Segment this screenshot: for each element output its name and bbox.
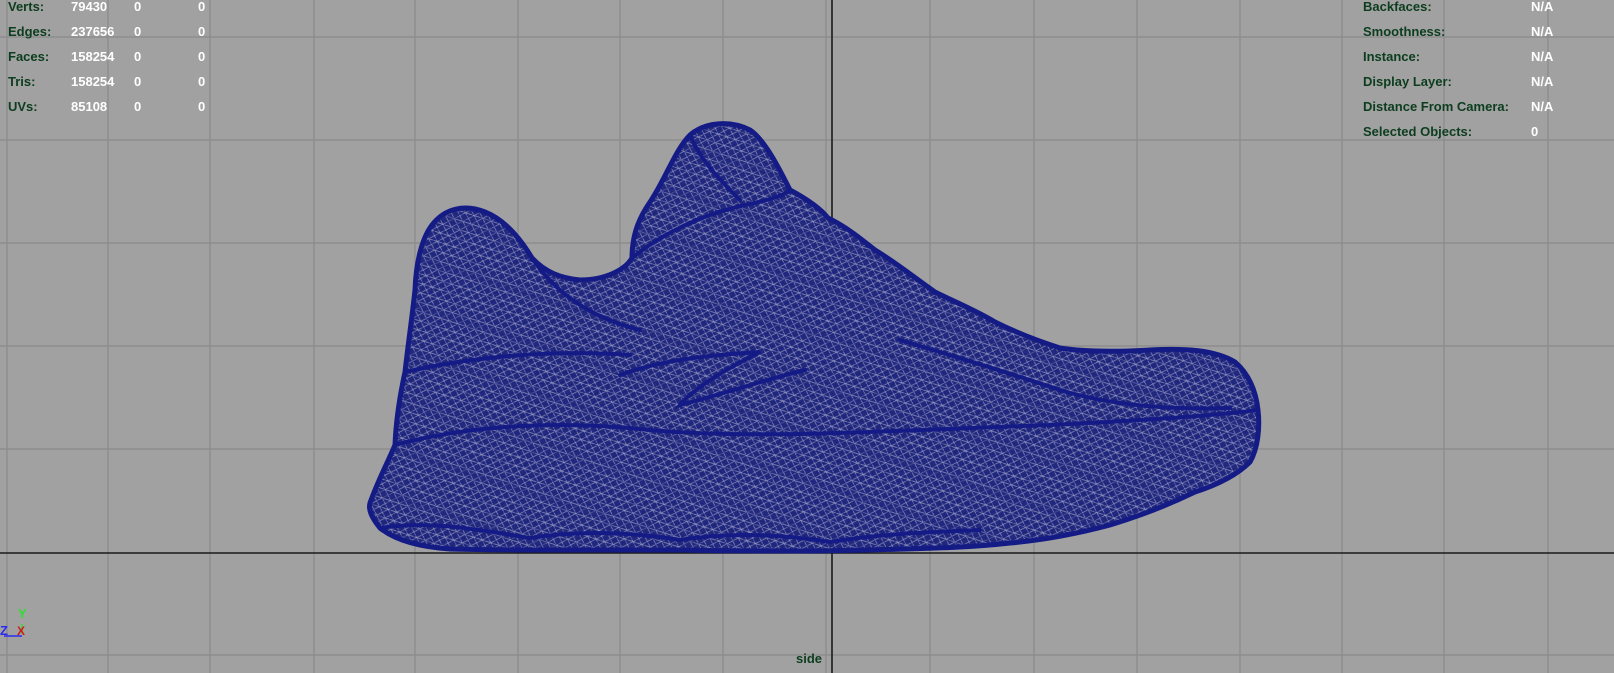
hud-stat-total: 158254 bbox=[71, 74, 115, 89]
hud-stat-label: Edges: bbox=[8, 24, 52, 39]
hud-stat-selected: 0 bbox=[134, 0, 142, 14]
hud-stat-total: 237656 bbox=[71, 24, 115, 39]
hud-detail-value: N/A bbox=[1531, 74, 1554, 89]
hud-detail-label: Display Layer: bbox=[1363, 74, 1452, 89]
z-axis-label: Z bbox=[0, 623, 8, 638]
hud-stat-label: Faces: bbox=[8, 49, 50, 64]
hud-detail-value: N/A bbox=[1531, 0, 1554, 14]
hud-stat-label: Tris: bbox=[8, 74, 36, 89]
hud-detail-row: Distance From Camera: N/A bbox=[1363, 94, 1553, 119]
camera-name-label: side bbox=[796, 651, 823, 666]
view-axis-gizmo: Y Z X bbox=[0, 606, 27, 638]
shoe-body-mesh-overlay bbox=[369, 123, 1259, 551]
hud-detail-row: Selected Objects: 0 bbox=[1363, 119, 1553, 144]
hud-stat-selected: 0 bbox=[134, 49, 142, 64]
poly-count-hud: Verts: 79430 0 0 Edges: 237656 0 0 Faces: 158254 0… bbox=[8, 0, 205, 119]
hud-stat-highlighted: 0 bbox=[198, 99, 206, 114]
hud-detail-value: N/A bbox=[1531, 49, 1554, 64]
hud-detail-label: Smoothness: bbox=[1363, 24, 1446, 39]
hud-detail-row: Display Layer: N/A bbox=[1363, 69, 1553, 94]
hud-detail-value: N/A bbox=[1531, 99, 1554, 114]
hud-detail-label: Instance: bbox=[1363, 49, 1421, 64]
hud-detail-label: Selected Objects: bbox=[1363, 124, 1473, 139]
object-details-hud: Backfaces: N/A Smoothness: N/A Instance: N/A D… bbox=[1363, 0, 1553, 144]
hud-stat-row: UVs: 85108 0 0 bbox=[8, 94, 205, 119]
hud-detail-row: Instance: N/A bbox=[1363, 44, 1553, 69]
hud-detail-label: Distance From Camera: bbox=[1363, 99, 1509, 114]
hud-stat-total: 85108 bbox=[71, 99, 108, 114]
hud-detail-value: 0 bbox=[1531, 124, 1539, 139]
hud-stat-selected: 0 bbox=[134, 24, 142, 39]
hud-stat-highlighted: 0 bbox=[198, 24, 206, 39]
hud-detail-value: N/A bbox=[1531, 24, 1554, 39]
hud-stat-highlighted: 0 bbox=[198, 74, 206, 89]
hud-stat-row: Tris: 158254 0 0 bbox=[8, 69, 205, 94]
hud-detail-label: Backfaces: bbox=[1363, 0, 1432, 14]
hud-stat-highlighted: 0 bbox=[198, 49, 206, 64]
hud-stat-label: Verts: bbox=[8, 0, 45, 14]
viewport-panel[interactable]: Verts: 79430 0 0 Edges: 237656 0 0 Faces: 158254 0… bbox=[0, 0, 1614, 673]
hud-stat-total: 158254 bbox=[71, 49, 115, 64]
hud-stat-row: Edges: 237656 0 0 bbox=[8, 19, 205, 44]
hud-stat-label: UVs: bbox=[8, 99, 38, 114]
hud-stat-total: 79430 bbox=[71, 0, 108, 14]
hud-stat-selected: 0 bbox=[134, 99, 142, 114]
hud-detail-row: Smoothness: N/A bbox=[1363, 19, 1553, 44]
hud-detail-row: Backfaces: N/A bbox=[1363, 0, 1553, 19]
hud-stat-row: Verts: 79430 0 0 bbox=[8, 0, 205, 19]
y-axis-label: Y bbox=[18, 606, 27, 621]
hud-stat-highlighted: 0 bbox=[198, 0, 206, 14]
hud-stat-row: Faces: 158254 0 0 bbox=[8, 44, 205, 69]
hud-stat-selected: 0 bbox=[134, 74, 142, 89]
x-axis-label: X bbox=[17, 624, 25, 638]
